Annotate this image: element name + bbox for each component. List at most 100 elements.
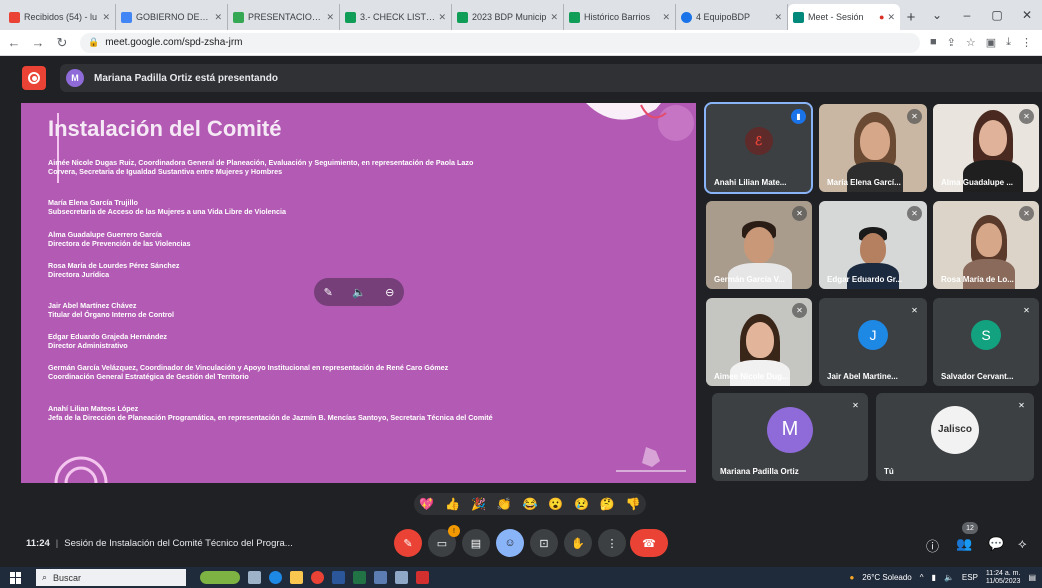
close-tab-icon[interactable]: ✕ [326,12,334,23]
bookmark-star-icon[interactable]: ☆ [966,36,976,49]
participant-tile[interactable]: ✕ Aimee Nicole Dug... [706,298,812,386]
volume-icon[interactable]: 🔈 [352,286,366,299]
participant-tile[interactable]: ✕ Alma Guadalupe ... [933,104,1039,192]
taskbar-search-input[interactable]: ⌕ Buscar [36,569,186,586]
captions-button[interactable]: ▤ [462,529,490,557]
raise-hand-button[interactable]: ✋ [564,529,592,557]
participant-avatar: J [858,319,888,350]
network-icon[interactable]: ▮ [932,573,936,582]
download-icon[interactable]: ⤓ [1006,36,1011,49]
tab-group-icon[interactable]: ▣ [986,36,996,49]
taskbar-clock[interactable]: 11:24 a. m. 11/05/2023 [986,570,1021,586]
presenting-banner: M Mariana Padilla Ortiz está presentando [60,64,1042,92]
word-icon[interactable] [332,571,345,584]
browser-tab-active[interactable]: Meet - Sesión ● ✕ [788,4,900,30]
chrome-icon[interactable] [311,571,324,584]
reaction-clap-icon[interactable]: 👏 [497,497,512,511]
maximize-button[interactable]: ▢ [982,8,1012,22]
camera-indicator-icon[interactable]: ■ [930,36,937,49]
browser-tab[interactable]: 4 EquipoBDP ✕ [676,4,788,30]
reaction-sad-icon[interactable]: 😢 [574,497,589,511]
mic-toggle-button[interactable]: ✎ [394,529,422,557]
slide-decoration-bottom-left [54,456,108,483]
slide-text-block: Anahí Lilian Mateos López Jefa de la Dire… [48,404,493,422]
reaction-party-icon[interactable]: 🎉 [471,497,486,511]
file-explorer-icon[interactable] [290,571,303,584]
leave-call-button[interactable]: ☎ [630,529,668,557]
meet-icon [793,11,804,23]
reaction-laugh-icon[interactable]: 😂 [522,497,537,511]
weather-text[interactable]: 26°C Soleado [862,573,911,582]
tray-chevron-icon[interactable]: ^ [920,573,924,582]
people-icon[interactable]: 👥 [956,536,972,552]
participant-tile-self[interactable]: Jalisco ✕ Tú [876,393,1034,481]
reaction-heart-icon[interactable]: 💖 [419,497,434,511]
mic-off-icon: ✕ [907,109,922,124]
team-icon [681,11,692,23]
participant-tile[interactable]: ℰ ▮ Anahi Lilian Mate... [704,102,813,194]
reaction-thinking-icon[interactable]: 🤔 [600,497,615,511]
reaction-thumbs-down-icon[interactable]: 👎 [626,497,641,511]
participant-tile[interactable]: ✕ Germán García V... [706,201,812,289]
browser-tab[interactable]: Histórico Barrios ✕ [564,4,676,30]
close-tab-icon[interactable]: ✕ [774,12,782,23]
acrobat-icon[interactable] [416,571,429,584]
present-button[interactable]: ⊡ [530,529,558,557]
docs-icon [121,11,132,23]
emoji-reactions-button[interactable]: ☺ [496,529,524,557]
reaction-surprised-icon[interactable]: 😮 [548,497,563,511]
meeting-details-icon[interactable]: ⓘ [926,536,939,555]
windows-start-icon[interactable] [10,571,22,584]
camera-toggle-button[interactable]: ▭! [428,525,460,557]
browser-tab[interactable]: 3.- CHECK LIST_FI ✕ [340,4,452,30]
browser-tab[interactable]: GOBIERNO DEL EI ✕ [116,4,228,30]
share-icon[interactable]: ⇪ [947,36,956,49]
more-options-button[interactable]: ⋮ [598,529,626,557]
close-tab-icon[interactable]: ✕ [438,12,446,23]
notes-icon[interactable] [374,571,387,584]
presentation-slide: Instalación del Comité Aimée Nicole Duga… [21,103,696,483]
browser-tab[interactable]: Recibidos (54) - lu ✕ [4,4,116,30]
browser-tab[interactable]: PRESENTACIONES ✕ [228,4,340,30]
task-view-icon[interactable] [248,571,261,584]
close-tab-icon[interactable]: ✕ [214,12,222,23]
close-tab-icon[interactable]: ✕ [887,12,895,23]
mic-off-icon: ✕ [1019,109,1034,124]
forward-icon[interactable]: → [28,35,48,50]
widget-icon[interactable] [200,571,240,584]
new-tab-button[interactable]: + [900,4,922,30]
tab-search-icon[interactable]: ⌄ [922,8,952,22]
reload-icon[interactable]: ↻ [52,35,72,51]
minimize-button[interactable]: – [952,8,982,22]
chat-icon[interactable]: 💬 [988,536,1004,552]
menu-kebab-icon[interactable]: ⋮ [1021,36,1032,49]
back-icon[interactable]: ← [4,35,24,50]
close-tab-icon[interactable]: ✕ [102,12,110,23]
close-tab-icon[interactable]: ✕ [662,12,670,23]
pin-off-icon[interactable]: ✎ [324,286,333,299]
participant-tile[interactable]: S ✕ Salvador Cervant... [933,298,1039,386]
reaction-thumbs-up-icon[interactable]: 👍 [445,497,460,511]
reactions-bar: 💖 👍 🎉 👏 😂 😮 😢 🤔 👎 [414,493,646,515]
volume-icon[interactable]: 🔈 [944,573,954,582]
edge-icon[interactable] [269,571,282,584]
participant-tile[interactable]: M ✕ Mariana Padilla Ortiz [712,393,868,481]
participant-tile[interactable]: ✕ María Elena Garcí... [819,104,927,192]
activities-icon[interactable]: ⟡ [1018,536,1027,552]
browser-tab[interactable]: 2023 BDP Municip ✕ [452,4,564,30]
excel-icon[interactable] [353,571,366,584]
participant-tile[interactable]: ✕ Rosa María de Lo... [933,201,1039,289]
close-tab-icon[interactable]: ✕ [550,12,558,23]
notifications-icon[interactable]: ▤ [1028,573,1036,582]
close-window-button[interactable]: ✕ [1012,8,1042,22]
url-field[interactable]: 🔒 meet.google.com/spd-zsha-jrm [80,32,920,53]
minimize-circle-icon[interactable]: ⊖ [385,286,394,299]
language-indicator[interactable]: ESP [962,573,978,582]
participant-tile[interactable]: ✕ Edgar Eduardo Gr... [819,201,927,289]
browser-tab-bar: Recibidos (54) - lu ✕ GOBIERNO DEL EI ✕ PR… [0,0,1042,30]
sheets-icon [569,11,580,23]
paint-icon[interactable] [395,571,408,584]
recording-button[interactable] [22,66,46,90]
participant-tile[interactable]: J ✕ Jair Abel Martine... [819,298,927,386]
warning-badge-icon: ! [448,525,460,537]
